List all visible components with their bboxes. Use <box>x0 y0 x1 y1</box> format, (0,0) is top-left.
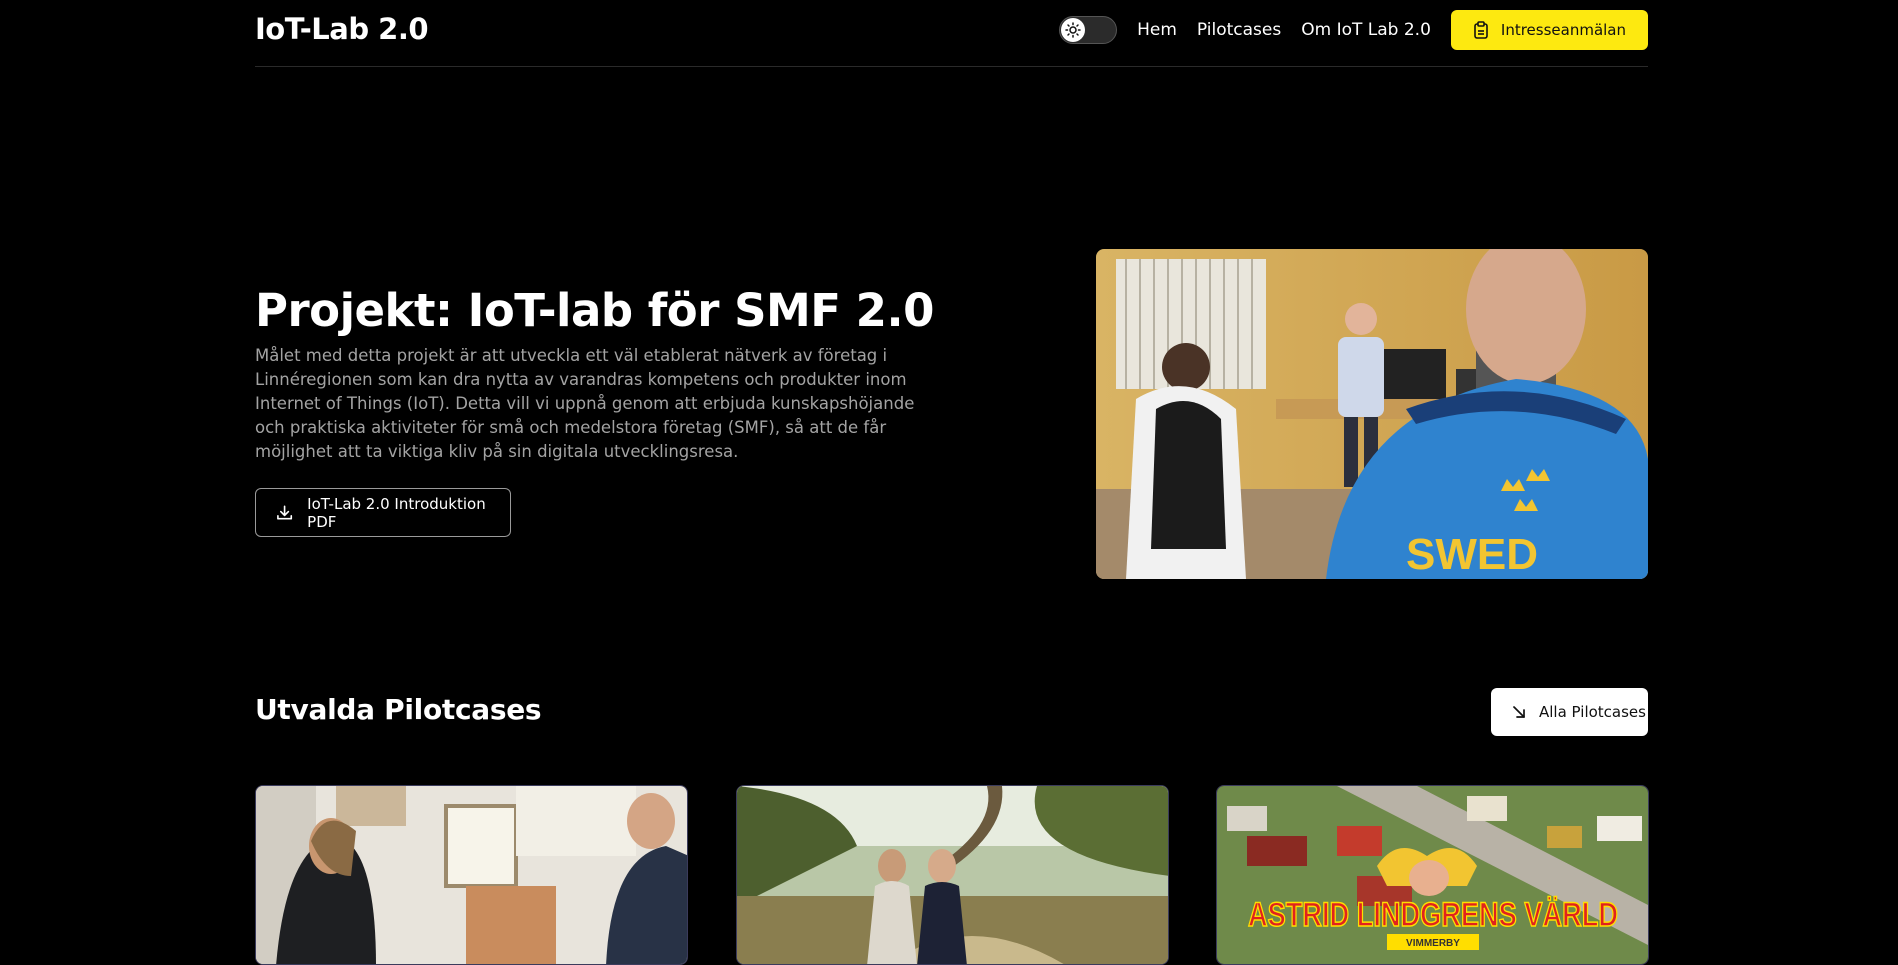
pilotcase-card-shop[interactable] <box>255 785 688 965</box>
clipboard-icon <box>1474 21 1488 39</box>
site-logo[interactable]: IoT-Lab 2.0 <box>255 12 429 46</box>
all-pilotcases-button[interactable]: Alla Pilotcases <box>1491 688 1648 736</box>
hero-image-sign-text: SWED <box>1406 530 1538 579</box>
sun-icon <box>1061 18 1086 42</box>
arrow-down-right-icon <box>1513 706 1525 718</box>
download-icon <box>277 505 293 520</box>
astrid-sign-subtext: VIMMERBY <box>1406 938 1460 949</box>
nav-hem[interactable]: Hem <box>1137 20 1177 40</box>
featured-section-title: Utvalda Pilotcases <box>255 693 542 726</box>
download-pdf-button[interactable]: IoT-Lab 2.0 Introduktion PDF <box>255 488 511 537</box>
hero-description: Målet med detta projekt är att utveckla … <box>255 346 915 461</box>
all-pilotcases-label: Alla Pilotcases <box>1539 703 1646 721</box>
download-pdf-label: IoT-Lab 2.0 Introduktion PDF <box>307 494 486 531</box>
main-nav: Hem Pilotcases Om IoT Lab 2.0 Intressean… <box>1059 10 1648 50</box>
hero-title: Projekt: IoT-lab för SMF 2.0 <box>255 284 934 337</box>
interest-signup-label: Intresseanmälan <box>1500 21 1626 39</box>
nav-om-iot-lab[interactable]: Om IoT Lab 2.0 <box>1301 20 1431 40</box>
astrid-sign-text: ASTRID LINDGRENS VÄRLD <box>1248 896 1618 934</box>
interest-signup-button[interactable]: Intresseanmälan <box>1450 10 1648 50</box>
theme-toggle[interactable] <box>1059 16 1118 44</box>
nav-pilotcases[interactable]: Pilotcases <box>1197 20 1281 40</box>
hero-image: SWED <box>1096 249 1648 579</box>
pilotcase-card-forest[interactable] <box>736 785 1169 965</box>
site-header: IoT-Lab 2.0 Hem Pilotcases Om IoT Lab 2.… <box>255 0 1648 67</box>
pilotcase-card-astrid[interactable]: ASTRID LINDGRENS VÄRLD VIMMERBY <box>1216 785 1649 965</box>
